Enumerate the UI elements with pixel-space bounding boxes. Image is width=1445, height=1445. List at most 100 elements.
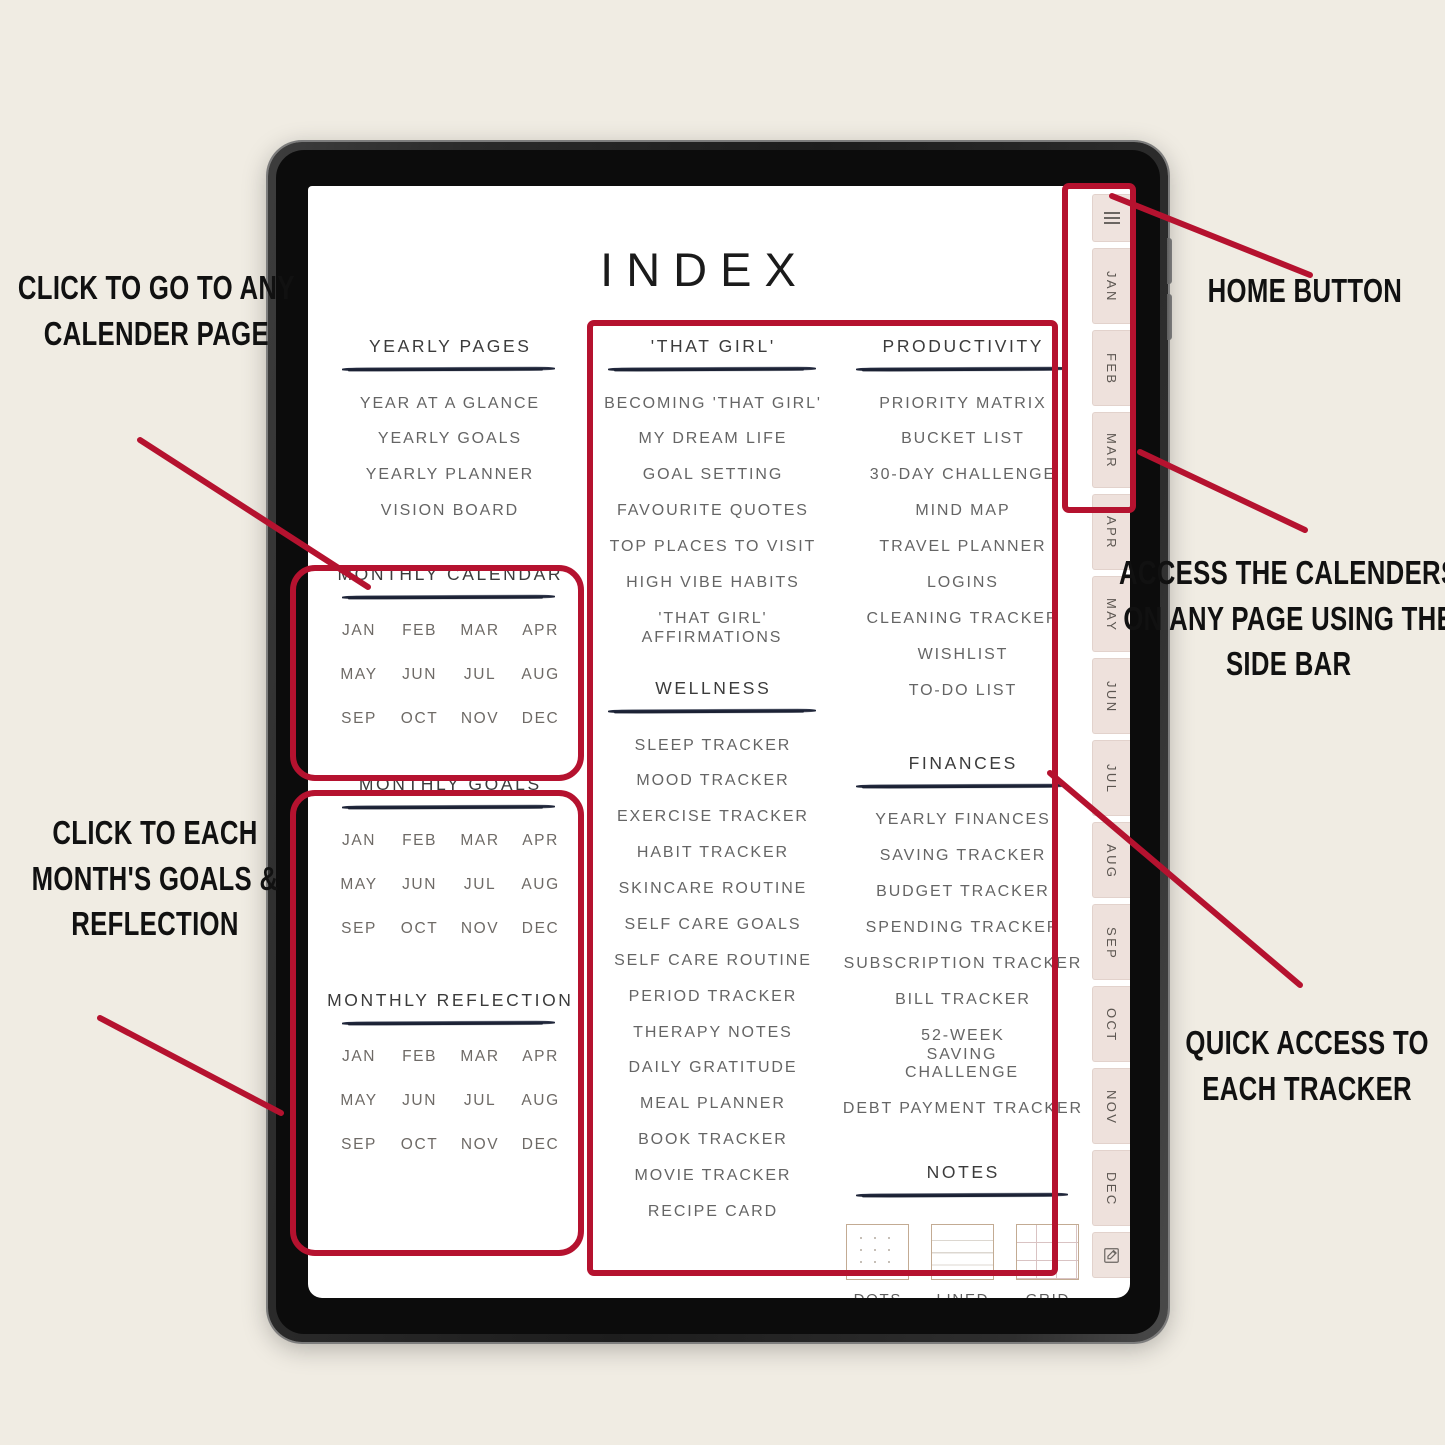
month-link-oct[interactable]: OCT (389, 710, 450, 728)
list-item[interactable]: YEAR AT A GLANCE (322, 386, 576, 422)
list-item[interactable]: HIGH VIBE HABITS (588, 565, 836, 601)
month-link-mar[interactable]: MAR (449, 1048, 510, 1066)
month-link-sep[interactable]: SEP (328, 1136, 389, 1154)
list-item[interactable]: SUBSCRIPTION TRACKER (836, 946, 1088, 982)
home-button[interactable] (1092, 194, 1130, 242)
section-heading: NOTES (926, 1161, 1000, 1182)
list-item[interactable]: 30-DAY CHALLENGE (836, 458, 1088, 494)
list-item[interactable]: WISHLIST (836, 637, 1088, 673)
list-item[interactable]: YEARLY GOALS (322, 422, 576, 458)
month-link-aug[interactable]: AUG (510, 1092, 571, 1110)
month-link-sep[interactable]: SEP (328, 710, 389, 728)
list-item[interactable]: MIND MAP (836, 494, 1088, 530)
tab-label: DEC (1104, 1171, 1119, 1207)
list-item[interactable]: EXERCISE TRACKER (588, 800, 836, 836)
month-link-dec[interactable]: DEC (510, 710, 571, 728)
hamburger-home-icon (1103, 211, 1120, 225)
list-item[interactable]: BECOMING 'THAT GIRL' (588, 386, 836, 422)
month-link-apr[interactable]: APR (510, 832, 571, 850)
note-thumb-grid[interactable]: GRID (1015, 1223, 1079, 1298)
list-item[interactable]: BILL TRACKER (836, 982, 1088, 1018)
month-link-jun[interactable]: JUN (389, 666, 450, 684)
section-that-girl: 'THAT GIRL' BECOMING 'THAT GIRL' MY DREA… (588, 336, 836, 656)
month-link-jun[interactable]: JUN (389, 1092, 450, 1110)
note-thumb-lined[interactable]: LINED (930, 1223, 994, 1298)
month-link-aug[interactable]: AUG (510, 666, 571, 684)
month-link-jul[interactable]: JUL (449, 1092, 510, 1110)
month-link-sep[interactable]: SEP (328, 920, 389, 938)
list-item[interactable]: LOGINS (836, 565, 1088, 601)
month-link-nov[interactable]: NOV (449, 920, 510, 938)
month-link-nov[interactable]: NOV (449, 710, 510, 728)
month-link-jan[interactable]: JAN (328, 832, 389, 850)
list-item[interactable]: HABIT TRACKER (588, 836, 836, 872)
month-link-may[interactable]: MAY (328, 876, 389, 894)
month-link-oct[interactable]: OCT (389, 920, 450, 938)
note-thumb-dots[interactable]: DOTS (845, 1223, 909, 1298)
list-item[interactable]: RECIPE CARD (588, 1194, 836, 1230)
list-item[interactable]: GOAL SETTING (588, 458, 836, 494)
month-link-feb[interactable]: FEB (389, 832, 450, 850)
list-item[interactable]: SELF CARE GOALS (588, 907, 836, 943)
list-item[interactable]: CLEANING TRACKER (836, 601, 1088, 637)
list-item[interactable]: FAVOURITE QUOTES (588, 494, 836, 530)
month-link-may[interactable]: MAY (328, 1092, 389, 1110)
list-item[interactable]: BUCKET LIST (836, 422, 1088, 458)
sidebar-tab-aug[interactable]: AUG (1092, 822, 1130, 898)
month-link-nov[interactable]: NOV (449, 1136, 510, 1154)
sidebar-tab-jul[interactable]: JUL (1092, 740, 1130, 816)
list-item[interactable]: TRAVEL PLANNER (836, 530, 1088, 566)
month-link-aug[interactable]: AUG (510, 876, 571, 894)
sidebar-tab-oct[interactable]: OCT (1092, 986, 1130, 1062)
list-item[interactable]: 52-WEEK SAVING CHALLENGE (887, 1018, 1037, 1092)
sidebar-tab-sep[interactable]: SEP (1092, 904, 1130, 980)
month-link-jan[interactable]: JAN (328, 1048, 389, 1066)
month-link-mar[interactable]: MAR (449, 832, 510, 850)
sidebar-tab-mar[interactable]: MAR (1092, 412, 1130, 488)
month-link-dec[interactable]: DEC (510, 920, 571, 938)
month-link-jul[interactable]: JUL (449, 666, 510, 684)
sidebar-tab-dec[interactable]: DEC (1092, 1150, 1130, 1226)
list-item[interactable]: BOOK TRACKER (588, 1123, 836, 1159)
list-item[interactable]: VISION BOARD (322, 494, 576, 530)
list-item[interactable]: PERIOD TRACKER (588, 979, 836, 1015)
sidebar-tab-jan[interactable]: JAN (1092, 248, 1130, 324)
list-item[interactable]: YEARLY PLANNER (322, 458, 576, 494)
list-item[interactable]: SPENDING TRACKER (836, 911, 1088, 947)
month-link-feb[interactable]: FEB (389, 622, 450, 640)
tab-label: AUG (1104, 843, 1119, 879)
month-link-jul[interactable]: JUL (449, 876, 510, 894)
list-item[interactable]: THERAPY NOTES (588, 1015, 836, 1051)
sidebar-tab-feb[interactable]: FEB (1092, 330, 1130, 406)
list-item[interactable]: MOVIE TRACKER (588, 1159, 836, 1195)
list-item[interactable]: SAVING TRACKER (836, 839, 1088, 875)
month-link-dec[interactable]: DEC (510, 1136, 571, 1154)
month-link-feb[interactable]: FEB (389, 1048, 450, 1066)
list-item[interactable]: DEBT PAYMENT TRACKER (836, 1092, 1088, 1128)
list-item[interactable]: 'THAT GIRL' AFFIRMATIONS (627, 601, 797, 656)
month-link-apr[interactable]: APR (510, 622, 571, 640)
list-item[interactable]: MY DREAM LIFE (588, 422, 836, 458)
edit-button[interactable] (1092, 1232, 1130, 1278)
list-item[interactable]: TO-DO LIST (836, 673, 1088, 709)
month-link-jun[interactable]: JUN (389, 876, 450, 894)
list-item[interactable]: PRIORITY MATRIX (836, 386, 1088, 422)
month-link-jan[interactable]: JAN (328, 622, 389, 640)
list-item[interactable]: MOOD TRACKER (588, 764, 836, 800)
list-item[interactable]: SKINCARE ROUTINE (588, 872, 836, 908)
sidebar-tab-nov[interactable]: NOV (1092, 1068, 1130, 1144)
tab-label: FEB (1104, 352, 1119, 386)
list-item[interactable]: YEARLY FINANCES (836, 803, 1088, 839)
month-link-oct[interactable]: OCT (389, 1136, 450, 1154)
list-item[interactable]: TOP PLACES TO VISIT (588, 530, 836, 566)
list-item[interactable]: DAILY GRATITUDE (588, 1051, 836, 1087)
list-item[interactable]: BUDGET TRACKER (836, 875, 1088, 911)
month-link-may[interactable]: MAY (328, 666, 389, 684)
list-item[interactable]: SELF CARE ROUTINE (588, 943, 836, 979)
note-label: GRID (1016, 1291, 1079, 1298)
month-link-mar[interactable]: MAR (449, 622, 510, 640)
month-link-apr[interactable]: APR (510, 1048, 571, 1066)
monthly-goals-month-grid: JAN FEB MAR APR MAY JUN JUL AUG SEP OCT … (322, 832, 576, 938)
list-item[interactable]: MEAL PLANNER (588, 1087, 836, 1123)
list-item[interactable]: SLEEP TRACKER (588, 728, 836, 764)
